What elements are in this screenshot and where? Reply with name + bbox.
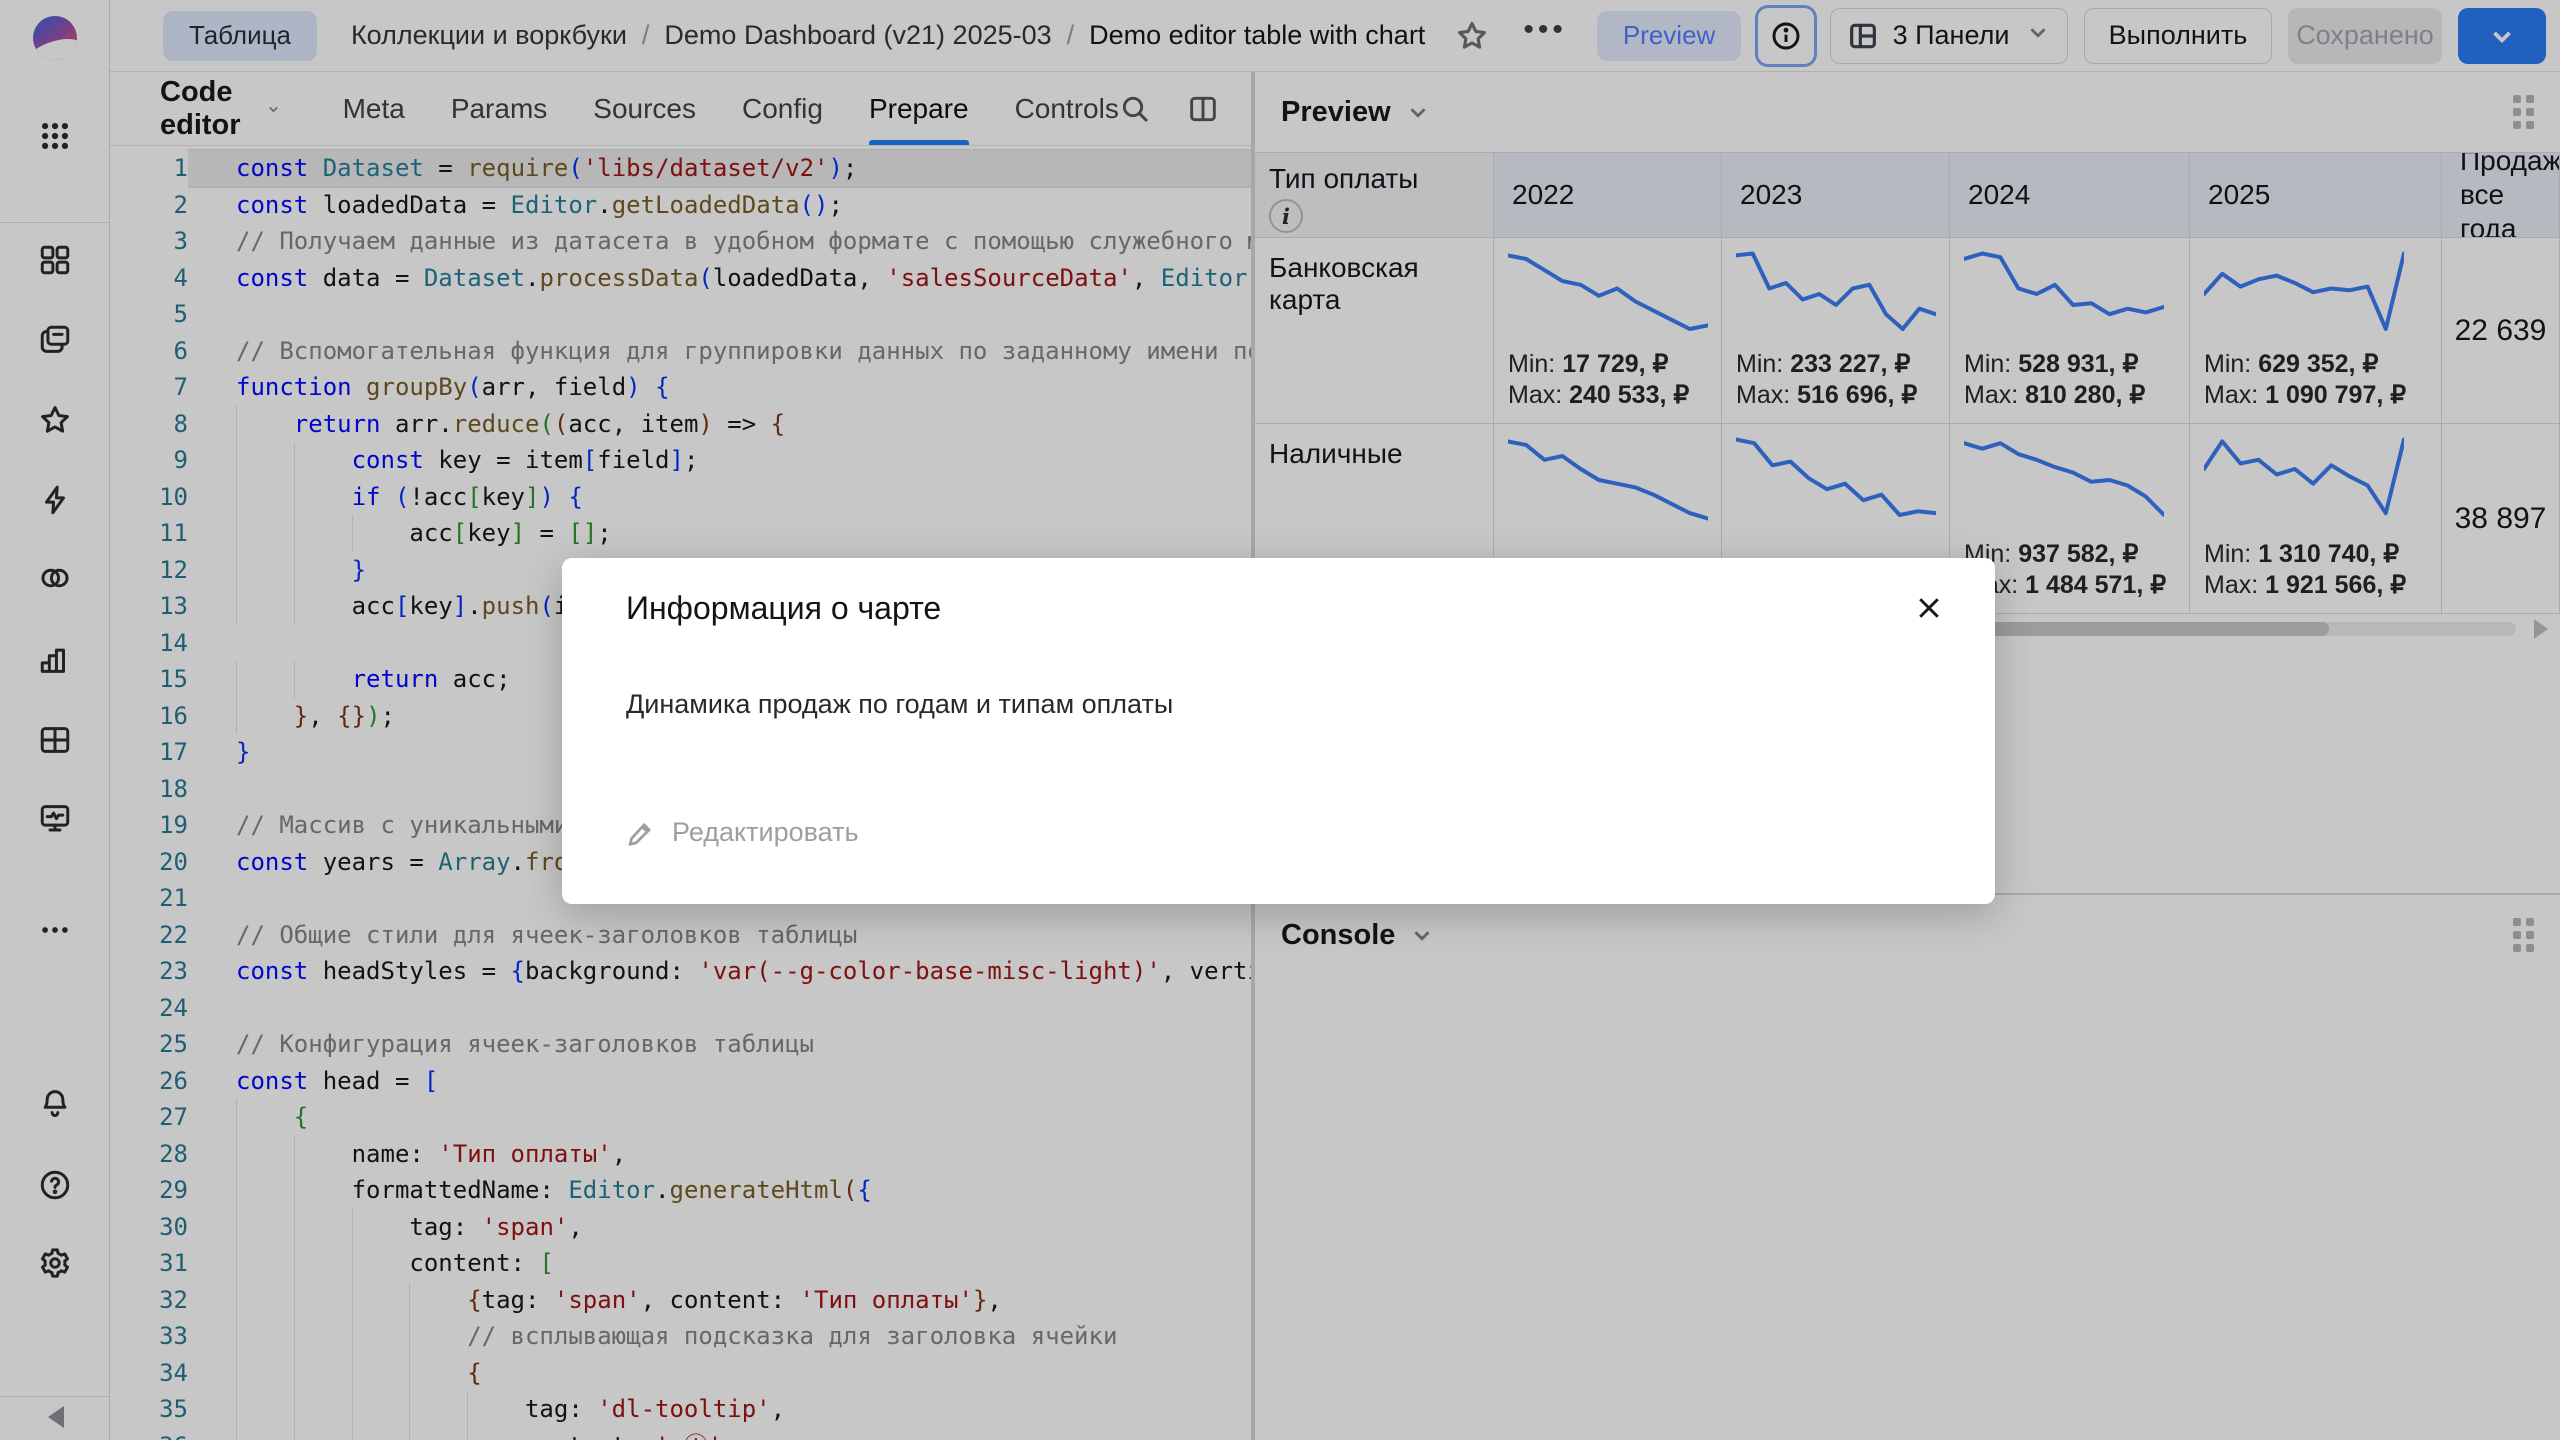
close-icon[interactable] (1907, 586, 1951, 630)
pencil-icon (626, 818, 656, 848)
app-root: Таблица Коллекции и воркбуки/Demo Dashbo… (0, 0, 2560, 1440)
chart-info-modal: Информация о чарте Динамика продаж по го… (562, 558, 1995, 904)
edit-button[interactable]: Редактировать (626, 817, 859, 848)
edit-button-label: Редактировать (672, 817, 859, 848)
modal-description: Динамика продаж по годам и типам оплаты (626, 689, 1939, 720)
modal-title: Информация о чарте (626, 590, 1939, 627)
